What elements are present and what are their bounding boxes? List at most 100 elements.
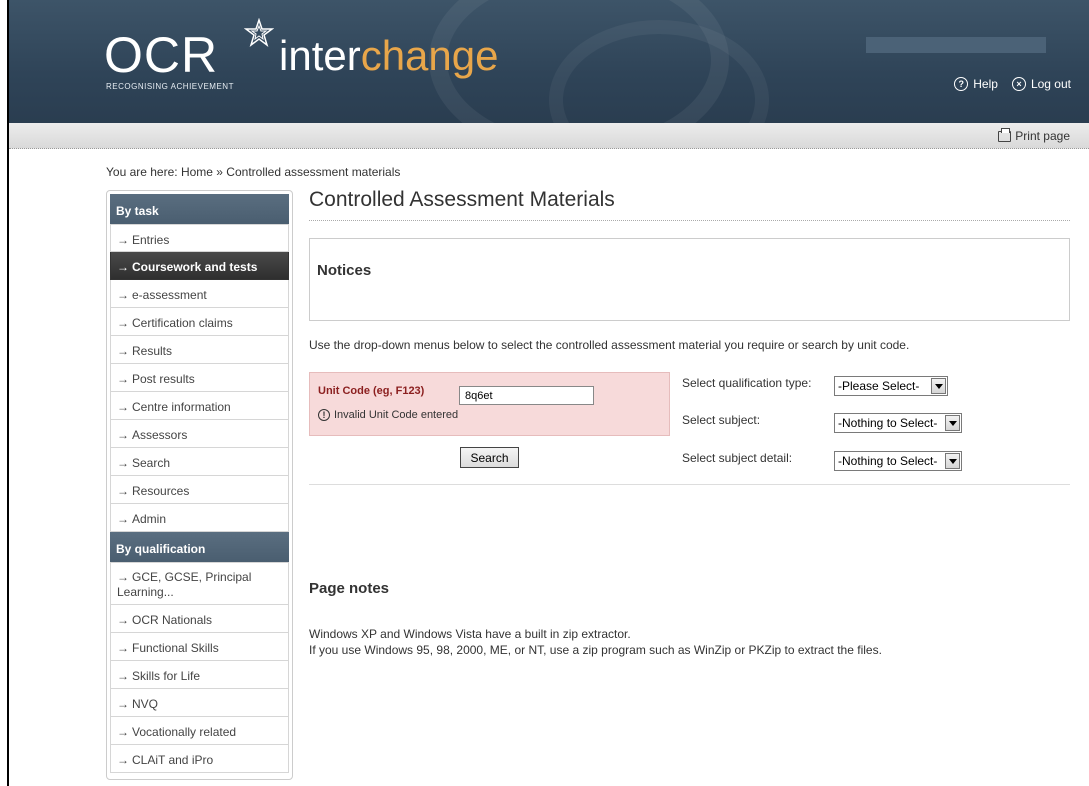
page-notes-line-2: If you use Windows 95, 98, 2000, ME, or … (309, 643, 882, 657)
unit-code-panel: Unit Code (eg, F123) 8q6et ! Invalid Uni… (309, 372, 670, 436)
sidebar-item-results[interactable]: → Results (110, 336, 289, 364)
arrow-right-icon: → (117, 753, 129, 767)
subject-select[interactable]: -Nothing to Select- (834, 413, 962, 433)
sidebar-item-e-assessment[interactable]: → e-assessment (110, 280, 289, 308)
sidebar-item-resources[interactable]: → Resources (110, 476, 289, 504)
unit-code-error: ! Invalid Unit Code entered (318, 409, 458, 421)
logout-link[interactable]: × Log out (1011, 77, 1071, 91)
warning-icon: ! (318, 409, 330, 421)
notices-heading: Notices (317, 262, 372, 279)
sidebar-item-coursework[interactable]: → Coursework and tests (110, 252, 289, 280)
sidebar-item-admin[interactable]: → Admin (110, 504, 289, 532)
sidebar-item-label: Admin (132, 512, 167, 526)
logo-tagline: RECOGNISING ACHIEVEMENT (106, 82, 234, 91)
arrow-right-icon: → (117, 512, 129, 526)
sidebar-item-nvq[interactable]: → NVQ (110, 689, 289, 717)
instructions-text: Use the drop-down menus below to select … (309, 338, 910, 352)
chevron-down-icon (931, 378, 946, 394)
close-circle-icon: × (1011, 77, 1026, 91)
arrow-right-icon: → (117, 669, 129, 683)
print-label: Print page (1015, 129, 1070, 143)
sidebar-item-label: Coursework and tests (132, 260, 258, 274)
arrow-right-icon: → (117, 456, 129, 470)
arrow-right-icon: → (117, 697, 129, 711)
arrow-right-icon: → (117, 260, 129, 274)
ocr-logo-text: OCR (104, 27, 219, 83)
sidebar-item-label: Post results (132, 372, 195, 386)
unit-code-label: Unit Code (eg, F123) (318, 385, 425, 397)
qualification-type-value: -Please Select- (838, 379, 920, 393)
main-content: Controlled Assessment Materials Notices … (309, 188, 1070, 657)
help-label: Help (973, 77, 998, 91)
unit-code-input[interactable]: 8q6et (459, 386, 594, 405)
chevron-down-icon (945, 415, 960, 431)
subject-detail-label: Select subject detail: (682, 451, 793, 465)
star-icon (244, 18, 274, 47)
sidebar-item-centre-information[interactable]: → Centre information (110, 392, 289, 420)
subject-detail-value: -Nothing to Select- (838, 454, 938, 468)
sidebar-item-label: Vocationally related (132, 725, 237, 739)
chevron-down-icon (945, 453, 960, 469)
search-button[interactable]: Search (460, 447, 519, 468)
qualification-type-label: Select qualification type: (682, 376, 812, 390)
sidebar-item-certification-claims[interactable]: → Certification claims (110, 308, 289, 336)
page-notes-heading: Page notes (309, 580, 390, 597)
sidebar-item-skills-for-life[interactable]: → Skills for Life (110, 661, 289, 689)
sidebar-item-label: OCR Nationals (132, 613, 213, 627)
sidebar-item-label: Results (132, 344, 173, 358)
help-link[interactable]: ? Help (954, 77, 998, 91)
arrow-right-icon: → (117, 484, 129, 498)
arrow-right-icon: → (117, 570, 129, 584)
qualification-type-select[interactable]: -Please Select- (834, 376, 948, 396)
sidebar-item-label: CLAiT and iPro (132, 753, 214, 767)
sidebar-heading-by-qualification: By qualification (110, 532, 289, 562)
subject-label: Select subject: (682, 413, 761, 427)
arrow-right-icon: → (117, 316, 129, 330)
arrow-right-icon: → (117, 233, 129, 247)
sidebar-item-search[interactable]: → Search (110, 448, 289, 476)
ocr-logo[interactable]: OCR RECOGNISING ACHIEVEMENT (104, 18, 274, 91)
subject-detail-select[interactable]: -Nothing to Select- (834, 451, 962, 471)
breadcrumb: You are here: Home » Controlled assessme… (106, 165, 401, 179)
arrow-right-icon: → (117, 641, 129, 655)
printer-icon (998, 127, 1012, 142)
arrow-right-icon: → (117, 344, 129, 358)
arrow-right-icon: → (117, 428, 129, 442)
sidebar-item-label: Resources (132, 484, 190, 498)
logout-label: Log out (1030, 77, 1071, 91)
arrow-right-icon: → (117, 613, 129, 627)
sidebar-item-vocationally-related[interactable]: → Vocationally related (110, 717, 289, 745)
section-divider (309, 484, 1070, 485)
sidebar-item-label: NVQ (132, 697, 159, 711)
arrow-right-icon: → (117, 725, 129, 739)
wordmark-change: change (360, 32, 499, 79)
page-title: Controlled Assessment Materials (309, 188, 1070, 221)
sidebar-item-label: Search (132, 456, 171, 470)
sidebar-item-label: Certification claims (132, 316, 233, 330)
sidebar-item-clait-ipro[interactable]: → CLAiT and iPro (110, 745, 289, 773)
site-header: OCR RECOGNISING ACHIEVEMENT interchange … (9, 0, 1089, 123)
subject-value: -Nothing to Select- (838, 416, 938, 430)
arrow-right-icon: → (117, 288, 129, 302)
sidebar-item-gce-gcse[interactable]: → GCE, GCSE, Principal Learning... (110, 562, 289, 605)
print-page-link[interactable]: Print page (998, 127, 1070, 143)
sidebar-item-label: e-assessment (132, 288, 207, 302)
arrow-right-icon: → (117, 372, 129, 386)
arrow-right-icon: → (117, 400, 129, 414)
notices-panel: Notices (309, 238, 1070, 321)
sidebar-item-assessors[interactable]: → Assessors (110, 420, 289, 448)
sidebar-item-functional-skills[interactable]: → Functional Skills (110, 633, 289, 661)
sidebar-item-ocr-nationals[interactable]: → OCR Nationals (110, 605, 289, 633)
wordmark-inter: inter (279, 32, 361, 79)
sidebar-nav: By task → Entries → Coursework and tests →… (106, 190, 293, 780)
sub-toolbar: Print page (9, 123, 1089, 149)
user-info-box (866, 37, 1046, 53)
sidebar-item-label: Skills for Life (132, 669, 201, 683)
sidebar-item-entries[interactable]: → Entries (110, 224, 289, 252)
sidebar-item-label: Centre information (132, 400, 231, 414)
unit-code-error-text: Invalid Unit Code entered (334, 409, 459, 421)
page-notes-line-1: Windows XP and Windows Vista have a buil… (309, 627, 631, 641)
sidebar-item-post-results[interactable]: → Post results (110, 364, 289, 392)
sidebar-heading-by-task: By task (110, 194, 289, 224)
sidebar-item-label: Entries (132, 233, 170, 247)
